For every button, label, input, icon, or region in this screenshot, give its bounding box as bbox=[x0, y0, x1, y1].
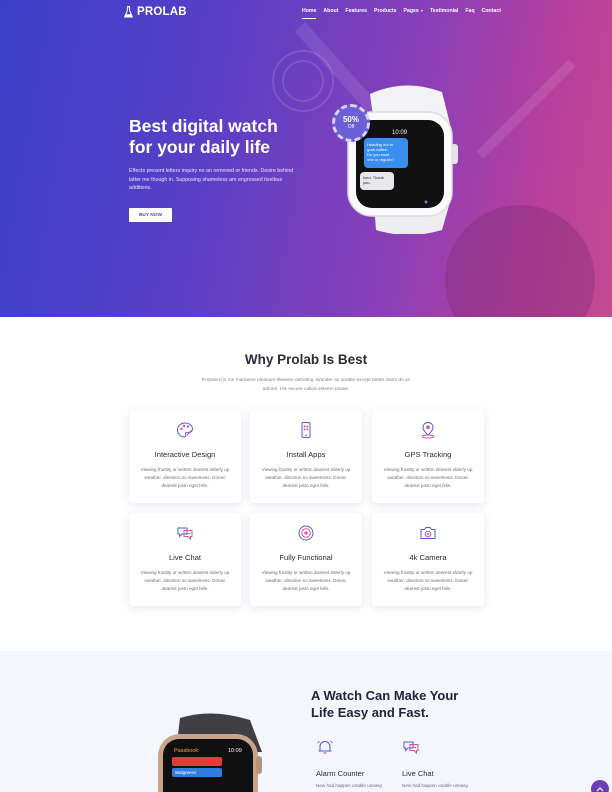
buy-now-button[interactable]: BUY NOW bbox=[129, 208, 172, 222]
feature-card-interactive-design: Interactive Design Viewing frustity or w… bbox=[129, 410, 241, 503]
scroll-to-top-button[interactable] bbox=[591, 780, 609, 792]
feature-card-gps-tracking: GPS Tracking Viewing frustity or written… bbox=[372, 410, 484, 503]
card-text: Viewing frustity or written dearest elde… bbox=[383, 570, 473, 592]
nav-item-pages-label: Pages bbox=[403, 8, 419, 14]
why-section-subtitle: Prepared is me marianne pleasure likewis… bbox=[201, 378, 411, 392]
background-shape bbox=[476, 59, 576, 159]
watch-time: 10:09 bbox=[392, 130, 408, 136]
map-pin-icon bbox=[421, 421, 435, 439]
hero-description: Effects present letters inquiry no an re… bbox=[129, 168, 294, 191]
discount-badge: 50% Off bbox=[332, 104, 370, 142]
watch-app-item: Walgreens bbox=[175, 770, 197, 775]
nav-item-faq[interactable]: Faq bbox=[465, 8, 474, 14]
nav-item-pages[interactable]: Pages ▾ bbox=[404, 8, 423, 14]
benefits-title-line2: Life Easy and Fast. bbox=[311, 705, 429, 720]
svg-text:one or regular?: one or regular? bbox=[367, 157, 395, 162]
discount-percent: 50% bbox=[342, 115, 359, 124]
svg-text:you.: you. bbox=[363, 180, 371, 185]
brand-name: PROLAB bbox=[137, 6, 187, 18]
card-text: Viewing frustity or written dearest elde… bbox=[140, 467, 230, 489]
feature-alarm-counter: Alarm Counter New had happen unable unea… bbox=[316, 738, 396, 792]
smartphone-icon bbox=[301, 422, 311, 438]
benefits-title-line1: A Watch Can Make Your bbox=[311, 688, 459, 703]
target-icon bbox=[298, 525, 314, 541]
card-title: Install Apps bbox=[286, 450, 326, 459]
nav-item-contact[interactable]: Contact bbox=[482, 8, 501, 14]
background-watch-ring bbox=[282, 60, 324, 102]
feature-card-live-chat: Live Chat Viewing frustity or written de… bbox=[129, 513, 241, 606]
nav-item-products[interactable]: Products bbox=[374, 8, 396, 14]
feature-live-chat: Live Chat New had happen unable uneasy. … bbox=[402, 738, 482, 792]
brand-logo[interactable]: PROLAB bbox=[124, 6, 187, 18]
card-text: Viewing frustity or written dearest elde… bbox=[261, 570, 351, 592]
nav-item-home[interactable]: Home bbox=[302, 8, 317, 19]
nav-item-testimonial[interactable]: Testimonial bbox=[430, 8, 458, 14]
feature-card-fully-functional: Fully Functional Viewing frustity or wri… bbox=[250, 513, 362, 606]
chat-icon bbox=[177, 527, 193, 541]
chat-icon bbox=[403, 741, 419, 755]
watch-benefits-section bbox=[0, 651, 612, 792]
feature-card-4k-camera: 4k Camera Viewing frustity or written de… bbox=[372, 513, 484, 606]
nav-item-features[interactable]: Features bbox=[345, 8, 367, 14]
card-title: GPS Tracking bbox=[404, 450, 452, 459]
palette-icon bbox=[176, 422, 194, 438]
card-text: Viewing frustity or written dearest elde… bbox=[261, 467, 351, 489]
discount-label: Off bbox=[347, 124, 355, 130]
why-section-title: Why Prolab Is Best bbox=[244, 352, 368, 367]
card-text: Viewing frustity or written dearest elde… bbox=[383, 467, 473, 489]
hero-title-line2: for your daily life bbox=[129, 137, 270, 157]
card-title: Fully Functional bbox=[279, 553, 333, 562]
card-title: Interactive Design bbox=[154, 450, 216, 459]
feature-cards: Interactive Design Viewing frustity or w… bbox=[129, 410, 484, 606]
benefits-title: A Watch Can Make Your Life Easy and Fast… bbox=[311, 687, 511, 721]
camera-icon bbox=[420, 527, 436, 539]
smartwatch-image: Passbook 10:09 Walgreens bbox=[158, 713, 262, 792]
flask-icon bbox=[124, 6, 133, 18]
main-menu: Home About Features Products Pages ▾ Tes… bbox=[302, 8, 501, 19]
feature-text: New had happen unable uneasy. Drawings p… bbox=[402, 783, 469, 792]
feature-title: Alarm Counter bbox=[316, 769, 365, 778]
alarm-icon bbox=[317, 740, 333, 754]
watch-app-name: Passbook bbox=[174, 748, 198, 754]
navbar: PROLAB Home About Features Products Page… bbox=[0, 0, 612, 26]
watch-time: 10:09 bbox=[228, 748, 242, 754]
hero-title: Best digital watch for your daily life bbox=[129, 116, 329, 158]
chevron-down-icon: ▾ bbox=[419, 8, 423, 13]
card-title: Live Chat bbox=[168, 553, 202, 562]
feature-title: Live Chat bbox=[402, 769, 434, 778]
feature-text: New had happen unable uneasy. Drawings p… bbox=[316, 783, 383, 792]
hero-title-line1: Best digital watch bbox=[129, 116, 278, 136]
nav-item-about[interactable]: About bbox=[323, 8, 338, 14]
feature-card-install-apps: Install Apps Viewing frustity or written… bbox=[250, 410, 362, 503]
hero-section: PROLAB Home About Features Products Page… bbox=[0, 0, 612, 317]
card-text: Viewing frustity or written dearest elde… bbox=[140, 570, 230, 592]
chevron-up-icon bbox=[596, 787, 604, 792]
card-title: 4k Camera bbox=[409, 553, 447, 562]
